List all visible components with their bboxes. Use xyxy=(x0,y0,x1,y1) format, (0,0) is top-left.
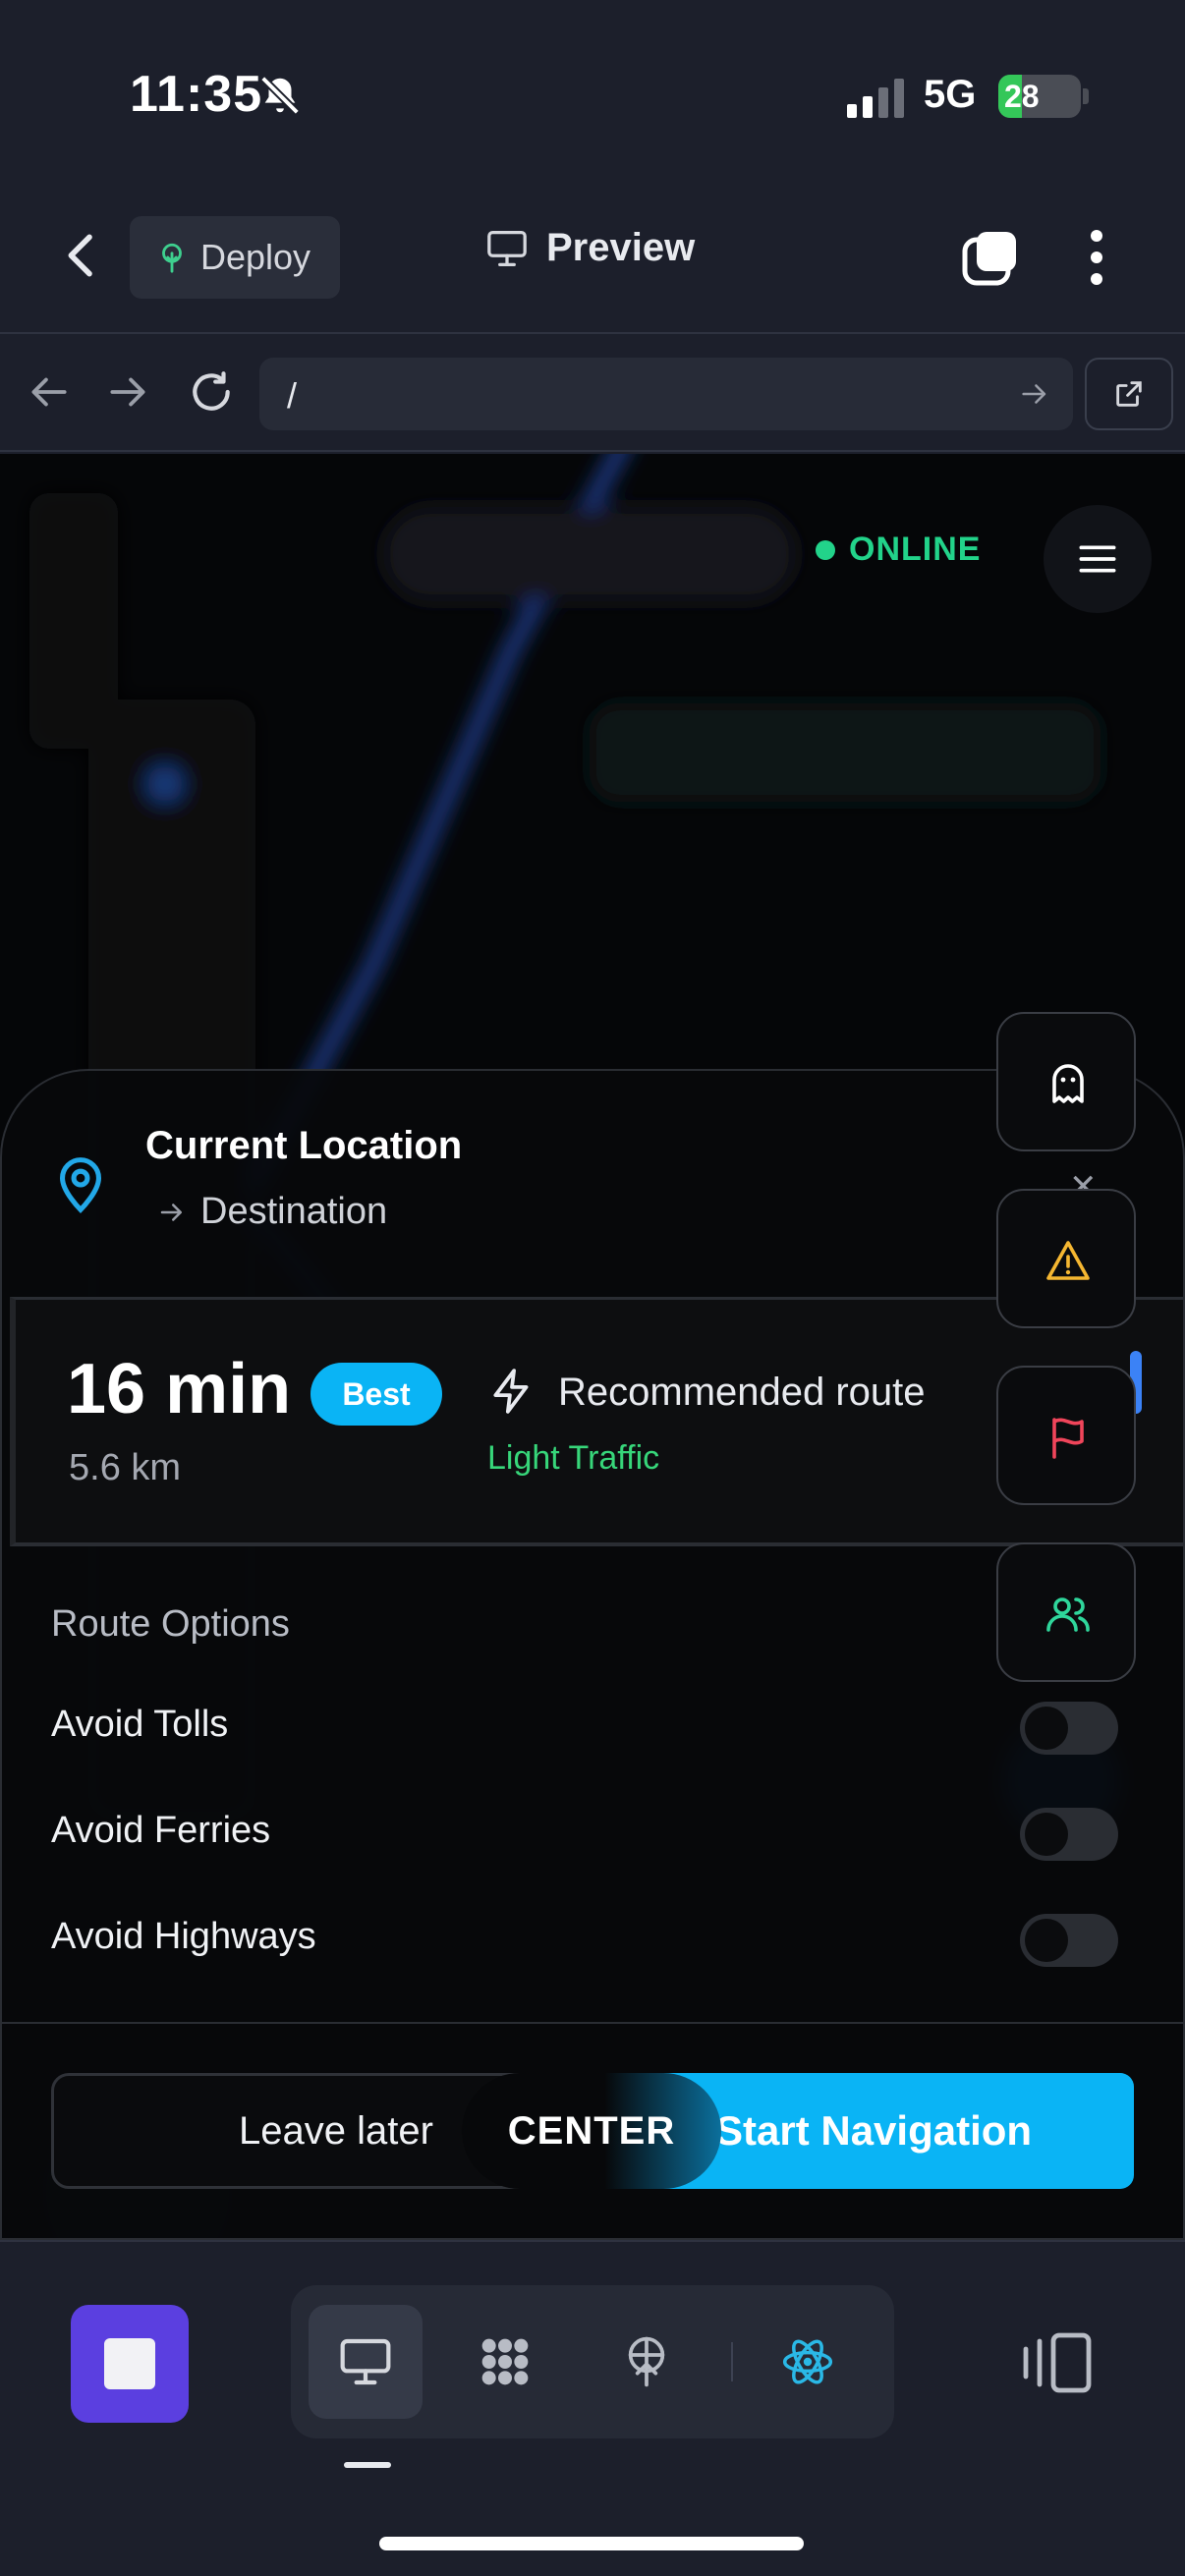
route-name: Recommended route xyxy=(558,1371,926,1414)
split-panels-icon[interactable] xyxy=(1018,2330,1093,2395)
toggle-knob xyxy=(1025,1813,1068,1856)
arrow-right-icon xyxy=(160,1203,182,1221)
deploy-button[interactable]: Deploy xyxy=(130,216,340,299)
open-external-button[interactable] xyxy=(1085,358,1173,430)
warning-icon xyxy=(1046,1241,1090,1280)
hamburger-icon xyxy=(1079,545,1116,573)
dock-apps-tab[interactable] xyxy=(448,2305,562,2419)
deploy-label: Deploy xyxy=(200,237,311,277)
trip-destination-row: Destination xyxy=(157,1191,387,1233)
browser-bar: / xyxy=(0,334,1185,452)
route-distance: 5.6 km xyxy=(69,1447,182,1488)
route-options-title: Route Options xyxy=(51,1603,290,1645)
ghost-mode-button[interactable] xyxy=(996,1012,1136,1151)
traffic-status: Light Traffic xyxy=(487,1439,660,1477)
active-tab-indicator xyxy=(344,2462,391,2468)
deploy-antenna-icon xyxy=(628,2336,665,2387)
external-link-icon xyxy=(1116,381,1142,407)
battery-cap xyxy=(1083,88,1089,104)
toggle-knob xyxy=(1025,1707,1068,1750)
trip-destination: Destination xyxy=(200,1191,388,1232)
battery-charging-icon: 28 xyxy=(998,75,1081,118)
dock-preview-tab[interactable] xyxy=(309,2305,423,2419)
battery-percent: 28 xyxy=(1004,79,1040,114)
dock-tab-group xyxy=(291,2285,894,2438)
clock-time: 11:35 xyxy=(130,66,263,123)
avoid-highways-toggle[interactable] xyxy=(1020,1914,1118,1967)
tabs-icon[interactable] xyxy=(959,226,1022,289)
react-atom-icon xyxy=(782,2339,833,2384)
url-text: / xyxy=(287,375,298,416)
avoid-ferries-toggle[interactable] xyxy=(1020,1808,1118,1861)
route-eta: 16 min xyxy=(67,1350,292,1428)
reload-icon[interactable] xyxy=(187,367,236,417)
avoid-tolls-toggle[interactable] xyxy=(1020,1702,1118,1755)
bottom-dock xyxy=(0,2240,1185,2576)
best-badge: Best xyxy=(310,1363,442,1426)
toggle-knob xyxy=(1025,1919,1068,1962)
dock-deploy-tab[interactable] xyxy=(590,2305,704,2419)
menu-button[interactable] xyxy=(1044,505,1152,613)
arrow-left-icon[interactable] xyxy=(24,367,73,417)
url-input[interactable]: / xyxy=(259,358,1073,430)
ghost-icon xyxy=(1052,1064,1084,1103)
apps-grid-icon xyxy=(481,2338,529,2385)
section-divider xyxy=(0,2022,1185,2024)
flag-icon xyxy=(1052,1418,1084,1459)
report-flag-button[interactable] xyxy=(996,1366,1136,1505)
option-avoid-highways-label: Avoid Highways xyxy=(51,1916,316,1957)
bell-slash-icon xyxy=(260,76,300,115)
online-label: ONLINE xyxy=(849,531,982,568)
connection-status: ONLINE xyxy=(816,531,981,569)
social-button[interactable] xyxy=(996,1542,1136,1682)
center-map-button[interactable]: CENTER xyxy=(462,2073,721,2189)
dock-react-tab[interactable] xyxy=(751,2305,865,2419)
monitor-icon xyxy=(487,230,527,266)
online-dot xyxy=(816,539,835,560)
monitor-icon xyxy=(340,2338,391,2385)
home-indicator[interactable] xyxy=(379,2537,804,2550)
stop-button[interactable] xyxy=(71,2305,189,2423)
option-avoid-ferries-label: Avoid Ferries xyxy=(51,1810,271,1851)
preview-tab[interactable]: Preview xyxy=(485,226,695,270)
users-icon xyxy=(1046,1597,1090,1632)
trip-origin: Current Location xyxy=(145,1124,463,1167)
lightning-icon xyxy=(493,1369,529,1414)
app-toolbar: Deploy Preview xyxy=(0,187,1185,334)
more-vertical-icon[interactable] xyxy=(1077,226,1116,289)
arrow-right-icon[interactable] xyxy=(104,367,153,417)
status-bar: 11:35 5G 28 xyxy=(0,0,1185,187)
network-type: 5G xyxy=(924,73,977,116)
option-avoid-tolls-label: Avoid Tolls xyxy=(51,1704,229,1745)
preview-label: Preview xyxy=(546,226,696,269)
dock-separator xyxy=(731,2342,733,2381)
stop-icon xyxy=(104,2338,155,2389)
report-hazard-button[interactable] xyxy=(996,1189,1136,1328)
arrow-go-icon[interactable] xyxy=(1018,377,1051,411)
location-pin-icon xyxy=(59,1157,102,1213)
signal-icon xyxy=(847,79,904,118)
chevron-left-icon[interactable] xyxy=(55,228,110,283)
tree-icon xyxy=(162,243,182,273)
